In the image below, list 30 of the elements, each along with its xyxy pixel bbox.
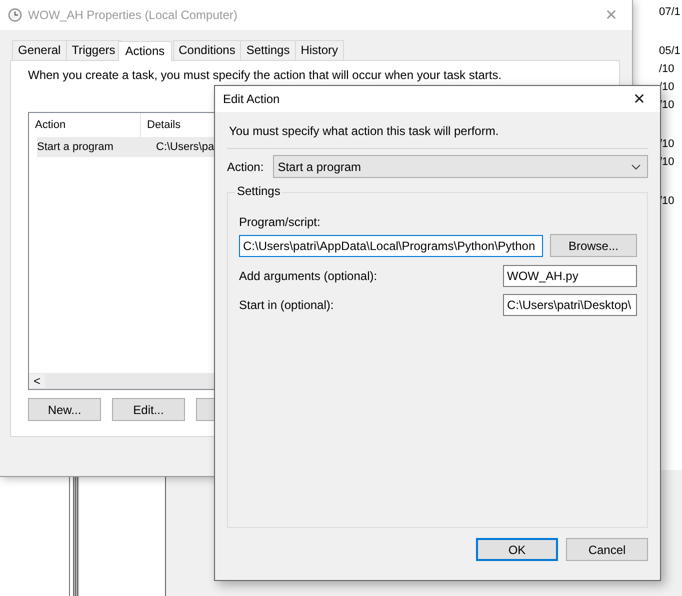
- button[interactable]: New...: [28, 398, 101, 421]
- button[interactable]: Cancel: [566, 538, 648, 561]
- action-dropdown[interactable]: Start a program: [272, 155, 648, 178]
- chevron-down-icon: [631, 164, 641, 170]
- field-label: Action:: [227, 160, 264, 174]
- field-label: Program/script:: [239, 215, 322, 229]
- dialog-title: Edit Action: [223, 92, 281, 106]
- scroll-left-button[interactable]: <: [29, 374, 45, 388]
- program-input[interactable]: C:\Users\patri\AppData\Local\Programs\Python\Python: [239, 234, 543, 256]
- tab[interactable]: General: [12, 40, 67, 60]
- date-text: 05/1: [659, 44, 680, 59]
- row-text: C:\Users\pa: [155, 141, 216, 153]
- window-title: WOW_AH Properties (Local Computer): [28, 8, 238, 22]
- tab[interactable]: Conditions: [172, 40, 242, 60]
- button[interactable]: OK: [476, 538, 558, 561]
- input-field[interactable]: WOW_AH.py: [503, 265, 637, 287]
- date-text: 07/1: [659, 5, 680, 20]
- tab[interactable]: History: [294, 40, 344, 60]
- button[interactable]: Edit...: [112, 398, 185, 421]
- input-field[interactable]: C:\Users\patri\Desktop\: [503, 294, 637, 316]
- browse-button[interactable]: Browse...: [550, 234, 637, 257]
- date-text: /10: [659, 62, 676, 77]
- group-title: Settings: [235, 184, 282, 198]
- row-text: Start a program: [37, 141, 114, 153]
- tab[interactable]: Actions: [118, 41, 172, 61]
- field-label: Add arguments (optional):: [239, 269, 378, 283]
- clock-icon: [8, 8, 22, 22]
- description-text: When you create a task, you must specify the action that will occur when your task starts.: [28, 68, 503, 82]
- field-label: Start in (optional):: [239, 298, 334, 312]
- close-button[interactable]: ✕: [627, 90, 652, 108]
